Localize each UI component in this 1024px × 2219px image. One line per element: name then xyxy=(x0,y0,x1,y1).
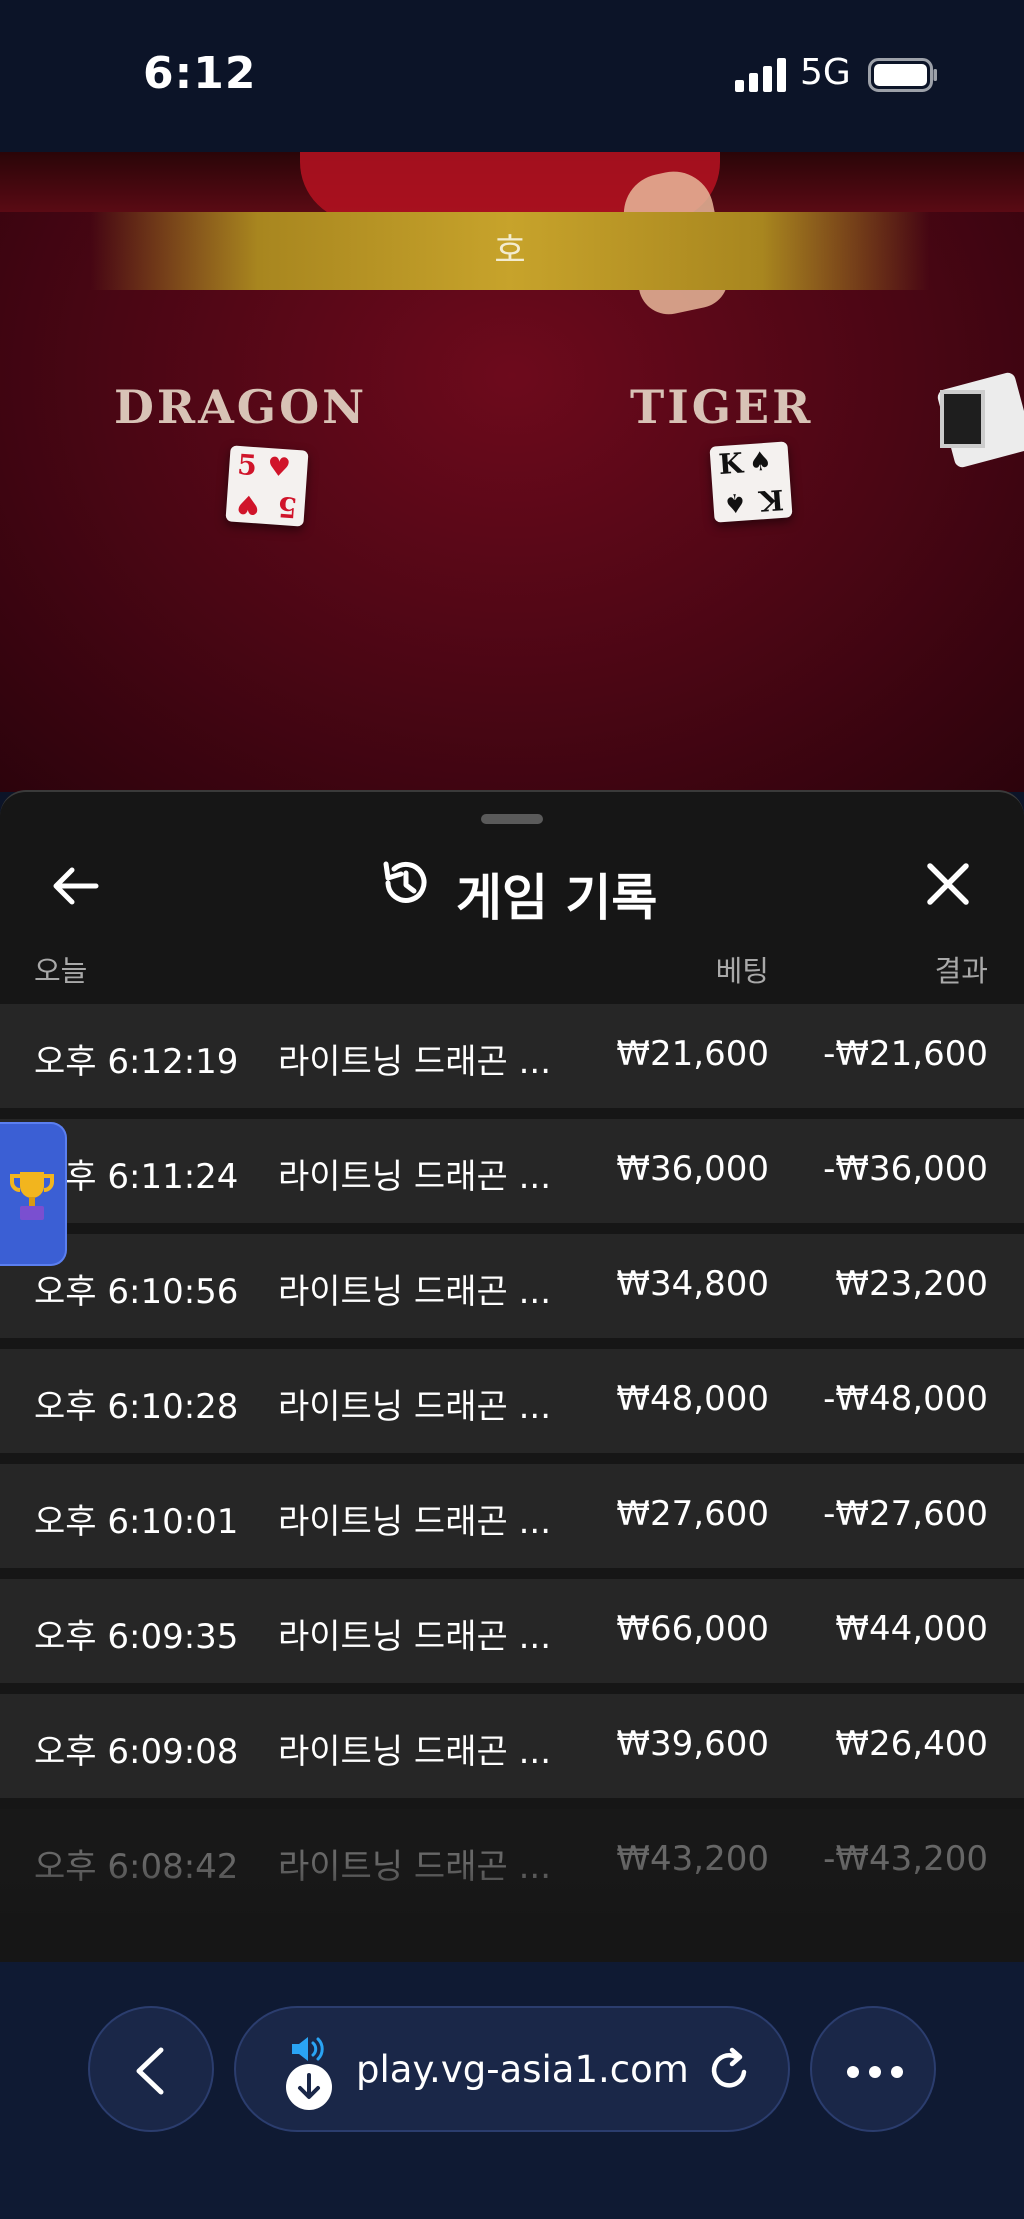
row-bet: ₩34,800 xyxy=(616,1264,769,1304)
sheet-header: 게임 기록 xyxy=(0,832,1024,932)
history-row[interactable]: 오후 6:11:24 라이트닝 드래곤 ... ₩36,000 -₩36,000 xyxy=(0,1119,1024,1223)
row-result: ₩26,400 xyxy=(835,1724,988,1764)
network-type: 5G xyxy=(800,52,851,93)
speaker-icon[interactable] xyxy=(290,2034,328,2064)
address-bar[interactable]: play.vg-asia1.com xyxy=(234,2006,790,2132)
column-headers: 오늘 베팅 결과 xyxy=(0,942,1024,998)
row-game: 라이트닝 드래곤 ... xyxy=(278,1157,551,1197)
battery-icon xyxy=(868,58,937,92)
reload-icon[interactable] xyxy=(706,2046,754,2094)
row-time: 오후 6:10:01 xyxy=(34,1502,239,1542)
row-time: 오후 6:09:08 xyxy=(34,1732,239,1772)
row-bet: ₩21,600 xyxy=(616,1034,769,1074)
row-bet: ₩27,600 xyxy=(616,1494,769,1534)
game-video: 호 DRAGON TIGER 5 ♥ ♥ 5 K ♠ ♠ K xyxy=(0,152,1024,792)
column-bet: 베팅 xyxy=(715,954,769,988)
sheet-grabber[interactable] xyxy=(481,814,543,824)
browser-toolbar: play.vg-asia1.com xyxy=(0,1962,1024,2219)
row-game: 라이트닝 드래곤 ... xyxy=(278,1617,551,1657)
close-icon[interactable] xyxy=(922,858,974,910)
url-text[interactable]: play.vg-asia1.com xyxy=(356,2048,689,2091)
history-row[interactable]: 오후 6:10:28 라이트닝 드래곤 ... ₩48,000 -₩48,000 xyxy=(0,1349,1024,1453)
history-row[interactable]: 오후 6:10:01 라이트닝 드래곤 ... ₩27,600 -₩27,600 xyxy=(0,1464,1024,1568)
row-game: 라이트닝 드래곤 ... xyxy=(278,1387,551,1427)
tiger-card: K ♠ ♠ K xyxy=(709,441,793,523)
row-result: -₩48,000 xyxy=(823,1379,988,1419)
more-icon[interactable] xyxy=(810,2006,936,2132)
column-today: 오늘 xyxy=(34,954,88,988)
row-game: 라이트닝 드래곤 ... xyxy=(278,1272,551,1312)
history-sheet: 게임 기록 오늘 베팅 결과 오후 6:12:19 라이트닝 드래곤 ... ₩… xyxy=(0,790,1024,1962)
page-title: 게임 기록 xyxy=(456,869,658,927)
browser-back-button[interactable] xyxy=(88,2006,214,2132)
dragon-card: 5 ♥ ♥ 5 xyxy=(225,445,309,527)
row-time: 오후 6:10:56 xyxy=(34,1272,239,1312)
row-time: 오후 6:12:19 xyxy=(34,1042,239,1082)
row-game: 라이트닝 드래곤 ... xyxy=(278,1502,551,1542)
row-result: -₩21,600 xyxy=(823,1034,988,1074)
card-shoe-slot xyxy=(940,390,985,448)
row-game: 라이트닝 드래곤 ... xyxy=(278,1732,551,1772)
history-row[interactable]: 오후 6:10:56 라이트닝 드래곤 ... ₩34,800 ₩23,200 xyxy=(0,1234,1024,1338)
row-bet: ₩66,000 xyxy=(616,1609,769,1649)
history-row[interactable]: 오후 6:09:08 라이트닝 드래곤 ... ₩39,600 ₩26,400 xyxy=(0,1694,1024,1798)
trophy-icon xyxy=(10,1172,54,1220)
tiger-label: TIGER xyxy=(630,380,814,434)
list-fade xyxy=(0,1862,1024,1962)
row-result: ₩23,200 xyxy=(835,1264,988,1304)
signal-icon xyxy=(735,58,786,92)
status-time: 6:12 xyxy=(143,48,257,99)
row-result: -₩27,600 xyxy=(823,1494,988,1534)
row-result: ₩44,000 xyxy=(835,1609,988,1649)
history-list: 오후 6:12:19 라이트닝 드래곤 ... ₩21,600 -₩21,600… xyxy=(0,1004,1024,1924)
row-game: 라이트닝 드래곤 ... xyxy=(278,1042,551,1082)
history-icon xyxy=(383,861,427,903)
download-icon[interactable] xyxy=(286,2064,332,2110)
row-bet: ₩36,000 xyxy=(616,1149,769,1189)
arrow-left-icon[interactable] xyxy=(48,858,104,914)
row-time: 오후 6:09:35 xyxy=(34,1617,239,1657)
column-result: 결과 xyxy=(934,954,988,988)
row-bet: ₩48,000 xyxy=(616,1379,769,1419)
chevron-left-icon xyxy=(136,2047,164,2095)
trophy-tab[interactable] xyxy=(0,1122,67,1266)
row-result: -₩36,000 xyxy=(823,1149,988,1189)
row-bet: ₩39,600 xyxy=(616,1724,769,1764)
history-row[interactable]: 오후 6:12:19 라이트닝 드래곤 ... ₩21,600 -₩21,600 xyxy=(0,1004,1024,1108)
dragon-label: DRAGON xyxy=(114,380,368,434)
status-bar: 6:12 5G xyxy=(0,0,1024,152)
history-row[interactable]: 오후 6:09:35 라이트닝 드래곤 ... ₩66,000 ₩44,000 xyxy=(0,1579,1024,1683)
result-banner: 호 xyxy=(90,212,930,290)
row-time: 오후 6:10:28 xyxy=(34,1387,239,1427)
